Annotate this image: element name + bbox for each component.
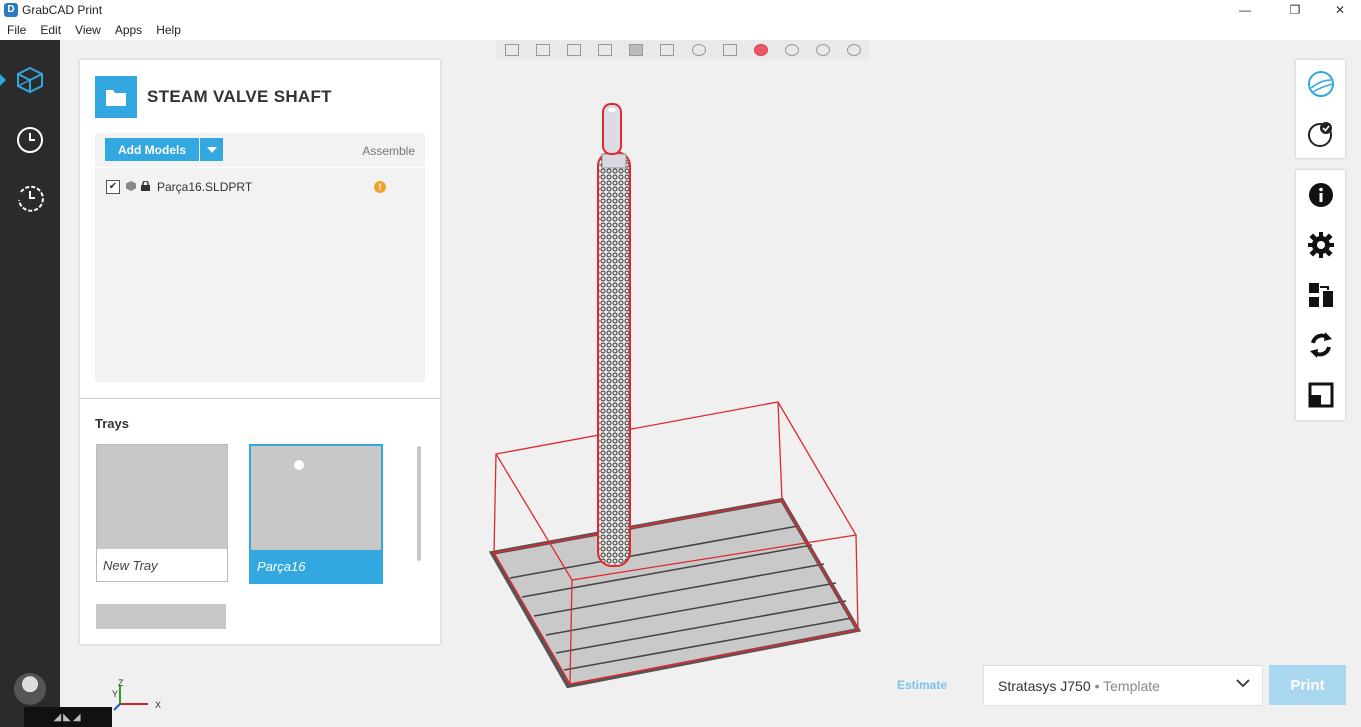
- warning-icon[interactable]: !: [374, 181, 386, 193]
- clock-icon[interactable]: [14, 124, 46, 156]
- trays-title: Trays: [95, 416, 129, 431]
- left-sidebar: [0, 40, 60, 727]
- divider: [80, 398, 440, 399]
- tray-card-parca16[interactable]: Parça16: [249, 444, 383, 584]
- zoom-selection-icon[interactable]: [816, 44, 831, 56]
- check-sphere-icon[interactable]: [1306, 119, 1336, 149]
- print-button[interactable]: Print: [1269, 665, 1346, 705]
- estimate-link[interactable]: Estimate: [897, 678, 947, 692]
- menu-bar: File Edit View Apps Help: [0, 19, 1361, 40]
- project-panel: STEAM VALVE SHAFT Add Models Assemble ✔ …: [80, 60, 440, 644]
- view-toolbar: [496, 40, 870, 60]
- tray-label: Parça16: [251, 550, 381, 582]
- arrange-icon[interactable]: [1306, 380, 1336, 410]
- zoom-fit-icon[interactable]: [784, 44, 799, 56]
- menu-apps[interactable]: Apps: [108, 23, 149, 37]
- grabcad-logo-icon: D: [4, 2, 18, 17]
- part-icon: [126, 180, 136, 194]
- tray-label: New Tray: [97, 549, 227, 581]
- caret-down-icon[interactable]: [199, 138, 223, 161]
- close-button[interactable]: ✕: [1317, 0, 1361, 19]
- models-list: Add Models Assemble ✔ Parça16.SLDPRT !: [95, 133, 425, 382]
- chevron-down-icon[interactable]: [1236, 676, 1250, 693]
- tray-card-new[interactable]: New Tray: [96, 444, 228, 582]
- view-front-icon[interactable]: [504, 44, 519, 56]
- axis-label-z: Z: [118, 678, 124, 688]
- zoom-tray-icon[interactable]: [847, 44, 862, 56]
- taskbar-strip: ◢◣◢: [24, 707, 112, 727]
- gear-icon[interactable]: [1306, 230, 1336, 260]
- printer-name: Stratasys J750: [998, 677, 1091, 694]
- history-icon[interactable]: [14, 182, 46, 214]
- lock-icon[interactable]: [141, 180, 150, 194]
- info-icon[interactable]: [1306, 180, 1336, 210]
- trays-scrollbar[interactable]: [417, 446, 421, 561]
- axis-label-y: Y: [112, 689, 118, 699]
- folder-icon[interactable]: [95, 76, 137, 118]
- view-top-icon[interactable]: [629, 44, 644, 56]
- view-back-icon[interactable]: [535, 44, 550, 56]
- shaft-model[interactable]: [597, 103, 631, 567]
- tray-part-thumbnail: [294, 460, 304, 470]
- right-toolbar-tools: [1296, 170, 1345, 420]
- menu-help[interactable]: Help: [149, 23, 188, 37]
- model-checkbox[interactable]: ✔: [106, 180, 120, 194]
- globe-icon[interactable]: [1306, 69, 1336, 99]
- menu-edit[interactable]: Edit: [33, 23, 68, 37]
- models-header: Add Models Assemble: [95, 133, 425, 168]
- list-item[interactable]: ✔ Parça16.SLDPRT !: [106, 178, 416, 196]
- view-left-icon[interactable]: [566, 44, 581, 56]
- avatar[interactable]: [14, 673, 46, 705]
- rotate-icon[interactable]: [1306, 330, 1336, 360]
- title-bar: D GrabCAD Print — ❐ ✕: [0, 0, 1361, 19]
- maximize-button[interactable]: ❐: [1272, 0, 1318, 19]
- window-title: GrabCAD Print: [22, 2, 103, 17]
- viewport-3d[interactable]: [480, 90, 880, 690]
- model-name: Parça16.SLDPRT: [157, 180, 253, 194]
- menu-file[interactable]: File: [0, 23, 33, 37]
- view-3d-icon[interactable]: [722, 44, 737, 56]
- add-models-button[interactable]: Add Models: [105, 138, 223, 161]
- printer-select[interactable]: Stratasys J750 • Template: [983, 665, 1263, 706]
- view-right-icon[interactable]: [598, 44, 613, 56]
- printer-template: • Template: [1094, 677, 1160, 694]
- scale-icon[interactable]: [1306, 280, 1336, 310]
- add-models-label: Add Models: [118, 142, 186, 157]
- axes-gizmo: Z Y X: [112, 678, 161, 711]
- view-bottom-icon[interactable]: [660, 44, 675, 56]
- axis-label-x: X: [155, 700, 161, 710]
- cube-icon[interactable]: [14, 64, 46, 96]
- view-iso-icon[interactable]: [691, 44, 706, 56]
- project-title: STEAM VALVE SHAFT: [147, 87, 332, 106]
- active-marker: [0, 74, 6, 86]
- tray-card-partial: [96, 604, 226, 629]
- color-view-icon[interactable]: [753, 44, 768, 56]
- menu-view[interactable]: View: [68, 23, 108, 37]
- minimize-button[interactable]: —: [1222, 0, 1268, 19]
- right-toolbar-top: [1296, 60, 1345, 158]
- assemble-button[interactable]: Assemble: [362, 144, 415, 158]
